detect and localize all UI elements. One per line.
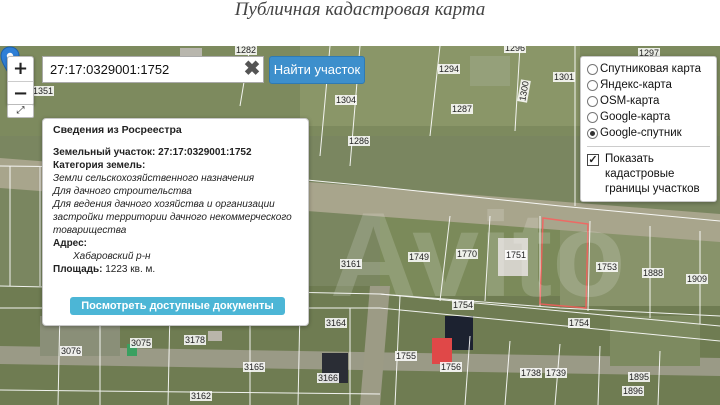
radio-button[interactable] [587,95,598,107]
checkbox-checked[interactable]: ✓ [587,154,599,166]
layer-option-osm[interactable]: OSM-карта [587,93,710,109]
parcel-label[interactable]: 3076 [60,346,83,356]
layer-option-satellite[interactable]: Спутниковая карта [587,61,710,77]
category-label: Категория земель: [53,160,146,171]
zoom-in-button[interactable]: + [8,57,33,81]
parcel-label[interactable]: 1756 [440,362,463,372]
area-line: Площадь: 1223 кв. м. [53,263,298,276]
layer-option-google-map[interactable]: Google-карта [587,109,710,125]
area-value: 1223 кв. м. [105,264,156,275]
parcel-label[interactable]: 1287 [451,104,474,114]
parcel-label[interactable]: 1739 [545,368,568,378]
clear-search-icon[interactable]: ✖ [241,58,263,80]
category-value: Земли сельскохозяйственного назначения [53,173,255,184]
layer-option-label: Google-карта [600,111,671,123]
parcel-label[interactable]: 3178 [184,335,207,345]
layer-option-label: Google-спутник [600,127,682,139]
parcel-label[interactable]: 1888 [642,268,665,278]
parcel-label[interactable]: 1909 [686,274,709,284]
cadastral-boundaries-toggle[interactable]: ✓ Показать кадастровые границы участков [587,152,710,197]
parcel-label[interactable]: 3075 [130,338,153,348]
divider [587,146,710,147]
area-label: Площадь: [53,264,103,275]
parcel-label[interactable]: 1351 [32,86,55,96]
parcel-label[interactable]: 1753 [596,262,619,272]
parcel-label[interactable]: 1770 [456,249,479,259]
fullscreen-button[interactable]: ⤢ [7,104,34,118]
radio-button[interactable] [587,79,598,91]
parcel-label[interactable]: 1754 [452,300,475,310]
parcel-label[interactable]: 1286 [348,136,371,146]
permitted-use-long: Для ведения дачного хозяйства и организа… [53,199,292,236]
layer-option-yandex[interactable]: Яндекс-карта [587,77,710,93]
parcel-label[interactable]: 1895 [628,372,651,382]
parcel-label[interactable]: 1755 [395,351,418,361]
cadastral-boundaries-label: Показать кадастровые границы участков [605,153,700,195]
parcel-label[interactable]: 1304 [335,95,358,105]
parcel-label[interactable]: 1749 [408,252,431,262]
address-value: Хабаровский р-н [73,251,151,262]
map-layers-panel: Спутниковая карта Яндекс-карта OSM-карта… [580,56,717,202]
page-title: Публичная кадастровая карта [0,0,720,46]
radio-button-selected[interactable] [587,127,598,139]
parcel-label[interactable]: 1301 [553,72,576,82]
parcel-label[interactable]: 1282 [235,46,258,55]
parcel-label[interactable]: 3166 [317,373,340,383]
radio-button[interactable] [587,111,598,123]
parcel-number-line: Земельный участок: 27:17:0329001:1752 [53,146,298,159]
address-label: Адрес: [53,238,87,249]
info-heading: Сведения из Росреестра [53,124,182,136]
parcel-label[interactable]: 1296 [504,46,527,53]
parcel-label[interactable]: 1300 [517,79,531,103]
parcel-label[interactable]: 1738 [520,368,543,378]
parcel-label[interactable]: 3161 [340,259,363,269]
parcel-info-panel: Сведения из Росреестра Земельный участок… [42,118,309,326]
parcel-label[interactable]: 3165 [243,362,266,372]
parcel-label: Земельный участок: [53,147,156,158]
layer-option-label: OSM-карта [600,95,660,107]
cadastral-number-input[interactable]: 27:17:0329001:1752 [42,56,264,83]
parcel-label[interactable]: 3164 [325,318,348,328]
layer-option-google-satellite[interactable]: Google-спутник [587,125,710,141]
permitted-use-short: Для дачного строительства [53,186,192,197]
find-parcel-button[interactable]: Найти участок [269,56,365,84]
parcel-label[interactable]: 1751 [505,250,528,260]
parcel-label[interactable]: 1896 [622,386,645,396]
fullscreen-icon: ⤢ [16,105,25,116]
parcel-number: 27:17:0329001:1752 [158,147,252,158]
radio-button[interactable] [587,63,598,75]
layer-option-label: Яндекс-карта [600,79,672,91]
parcel-label[interactable]: 1294 [438,64,461,74]
zoom-control: + − [7,56,34,106]
parcel-label[interactable]: 3162 [190,391,213,401]
layer-option-label: Спутниковая карта [600,63,702,75]
zoom-out-button[interactable]: − [8,81,33,105]
parcel-label[interactable]: 1754 [568,318,591,328]
view-documents-button[interactable]: Посмотреть доступные документы [70,297,285,315]
